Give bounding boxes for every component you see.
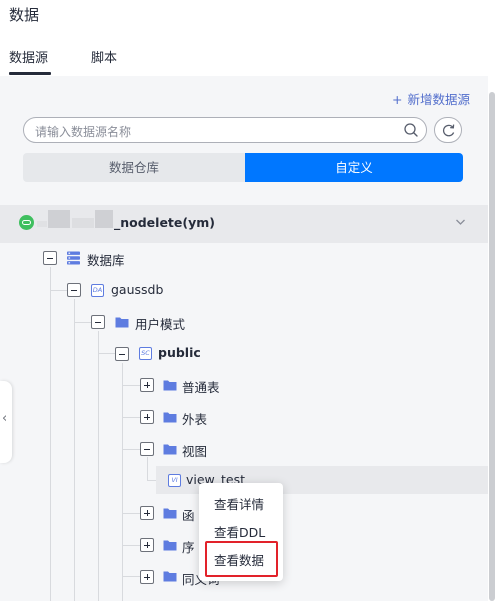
redacted-text — [72, 218, 94, 228]
database-icon: DA — [91, 284, 104, 297]
view-icon: VI — [168, 474, 181, 487]
redacted-text — [37, 221, 47, 227]
folder-icon — [163, 540, 177, 551]
expand-toggle[interactable] — [140, 378, 154, 392]
highlight-box — [205, 541, 278, 577]
tree-connector — [122, 513, 140, 514]
folder-icon — [115, 317, 129, 328]
search-icon[interactable] — [403, 122, 419, 138]
refresh-button[interactable] — [434, 117, 462, 143]
chevron-down-icon[interactable] — [455, 218, 466, 226]
page-header: 数据 数据源 脚本 — [0, 0, 496, 76]
folder-icon — [163, 412, 177, 423]
connection-label: _nodelete(ym) — [114, 215, 215, 230]
tree-label-normal-tables[interactable]: 普通表 — [182, 377, 220, 396]
active-tab-indicator — [9, 72, 51, 75]
tree-label-views[interactable]: 视图 — [182, 441, 207, 460]
tree-connector — [50, 290, 67, 291]
tree-connector — [122, 417, 140, 418]
tree-connector — [98, 331, 99, 601]
folder-icon — [163, 571, 177, 582]
panel-collapse-handle[interactable]: ‹ — [0, 381, 12, 463]
chevron-left-icon: ‹ — [2, 411, 8, 426]
new-datasource-label: 新增数据源 — [407, 92, 470, 107]
tab-datasource[interactable]: 数据源 — [9, 47, 48, 66]
tree-connector — [122, 449, 140, 450]
plus-icon: + — [392, 92, 403, 107]
redacted-text — [48, 210, 70, 228]
tree-label-schema-group[interactable]: 用户模式 — [135, 314, 185, 333]
search-placeholder: 请输入数据源名称 — [35, 125, 132, 139]
refresh-icon — [442, 124, 455, 137]
vertical-scrollbar[interactable] — [488, 76, 496, 601]
folder-icon — [163, 380, 177, 391]
segment-warehouse[interactable]: 数据仓库 — [23, 153, 245, 182]
menu-item-view-details[interactable]: 查看详情 — [214, 494, 264, 513]
page-title: 数据 — [9, 6, 40, 24]
scrollbar-thumb[interactable] — [489, 92, 495, 601]
tree-label-schema[interactable]: public — [158, 345, 201, 360]
source-type-segmented-control: 数据仓库 自定义 — [23, 153, 463, 182]
schema-icon: SC — [139, 347, 152, 360]
segment-custom[interactable]: 自定义 — [245, 153, 463, 182]
tree-connector — [98, 353, 115, 354]
search-input[interactable]: 请输入数据源名称 — [23, 117, 427, 143]
collapse-toggle[interactable] — [91, 315, 105, 329]
collapse-toggle[interactable] — [140, 442, 154, 456]
tree-connector — [50, 267, 51, 601]
tree-connector — [122, 545, 140, 546]
database-group-icon — [67, 251, 80, 265]
collapse-toggle[interactable] — [67, 283, 81, 297]
redacted-text — [95, 210, 113, 228]
tree-connector — [74, 322, 91, 323]
tree-connector — [122, 576, 140, 577]
menu-item-view-ddl[interactable]: 查看DDL — [214, 522, 265, 541]
tree-connector — [147, 457, 148, 481]
tree-label-foreign-tables[interactable]: 外表 — [182, 409, 207, 428]
collapse-toggle[interactable] — [43, 251, 57, 265]
connection-status-icon — [19, 215, 34, 230]
tree-label-functions[interactable]: 函 — [182, 505, 195, 524]
expand-toggle[interactable] — [140, 410, 154, 424]
folder-icon — [163, 444, 177, 455]
tree-label-database-group[interactable]: 数据库 — [87, 250, 125, 269]
expand-toggle[interactable] — [140, 538, 154, 552]
new-datasource-link[interactable]: + 新增数据源 — [392, 89, 470, 108]
folder-icon — [163, 508, 177, 519]
tree-label-sequences[interactable]: 序 — [182, 537, 195, 556]
tree-label-database[interactable]: gaussdb — [111, 282, 163, 297]
tree-connector — [74, 299, 75, 601]
tab-script[interactable]: 脚本 — [91, 47, 117, 66]
collapse-toggle[interactable] — [115, 347, 129, 361]
tree-connector — [122, 385, 140, 386]
expand-toggle[interactable] — [140, 570, 154, 584]
expand-toggle[interactable] — [140, 506, 154, 520]
tree-connector — [122, 363, 123, 601]
